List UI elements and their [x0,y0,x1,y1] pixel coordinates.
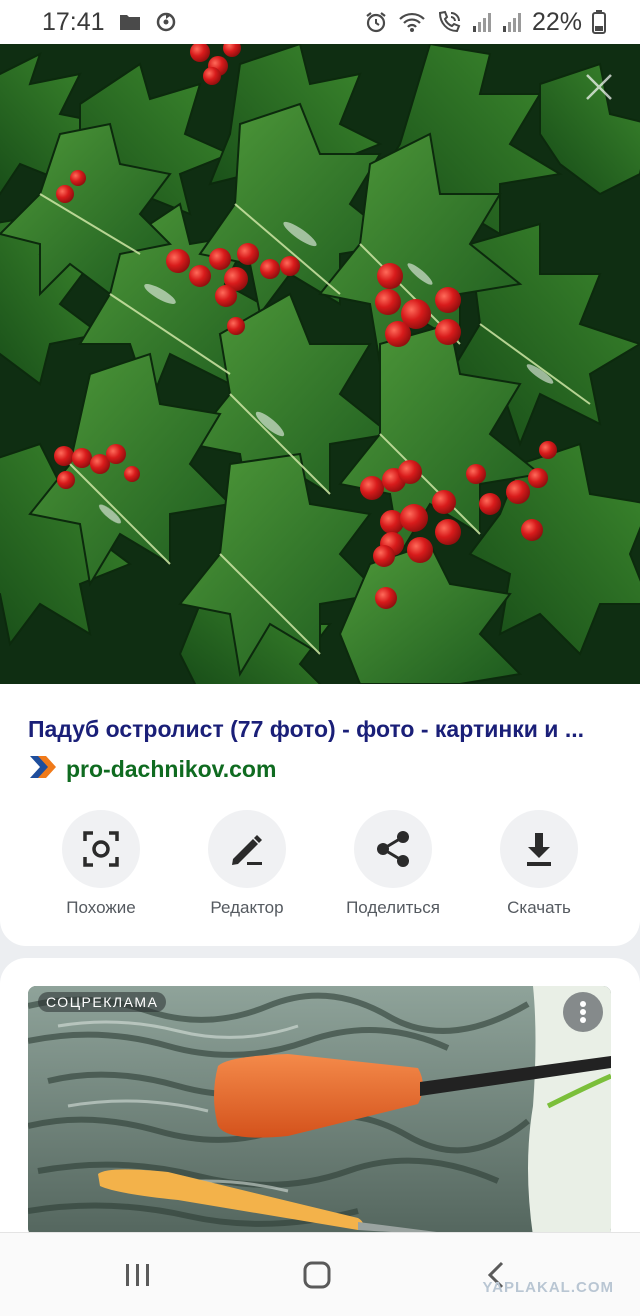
more-vertical-icon[interactable] [563,992,603,1032]
holly-photo[interactable] [0,44,640,684]
result-title[interactable]: Падуб остролист (77 фото) - фото - карти… [28,716,618,743]
similar-button-circle [62,810,140,888]
wifi-calling-icon [436,10,462,34]
pencil-icon [232,835,262,865]
editor-button[interactable]: Редактор [174,810,320,918]
wifi-icon [398,11,426,33]
download-icon [527,833,551,866]
status-bar: 17:41 22% [0,0,640,44]
similar-label: Похожие [66,898,136,917]
battery-percent: 22% [531,7,582,36]
ad-card: СОЦРЕКЛАМА [0,958,640,1248]
sync-icon [155,11,177,33]
battery-icon [592,10,606,34]
share-button-circle [354,810,432,888]
pro-dachnikov-logo-icon [28,754,58,785]
status-right: 22% [364,8,606,37]
download-button-circle [500,810,578,888]
download-label: Скачать [507,898,571,917]
recent-apps-icon[interactable] [118,1259,158,1291]
share-icon [377,831,409,867]
similar-button[interactable]: Похожие [28,810,174,918]
social-ad-badge: СОЦРЕКЛАМА [38,992,167,1012]
signal-icon-2 [502,11,522,33]
status-left: 17:41 [42,8,177,37]
editor-button-circle [208,810,286,888]
lens-search-icon [83,831,119,867]
result-info-card: Падуб остролист (77 фото) - фото - карти… [0,684,640,946]
editor-label: Редактор [210,898,284,917]
source-domain: pro-dachnikov.com [66,756,277,782]
download-button[interactable]: Скачать [466,810,612,918]
signal-icon [472,11,492,33]
alarm-icon [364,10,388,34]
status-time: 17:41 [42,7,105,36]
kayak-paddle-illustration [28,986,611,1236]
ad-image[interactable]: СОЦРЕКЛАМА [28,986,611,1236]
holly-illustration [0,44,640,684]
folder-icon [119,13,141,31]
home-icon[interactable] [297,1259,337,1291]
share-label: Поделиться [346,898,440,917]
share-button[interactable]: Поделиться [320,810,466,918]
result-source[interactable]: pro-dachnikov.com [28,754,276,785]
close-icon[interactable] [584,72,614,102]
system-nav-bar: YAPLAKAL.COM [0,1232,640,1316]
watermark: YAPLAKAL.COM [482,1279,614,1296]
